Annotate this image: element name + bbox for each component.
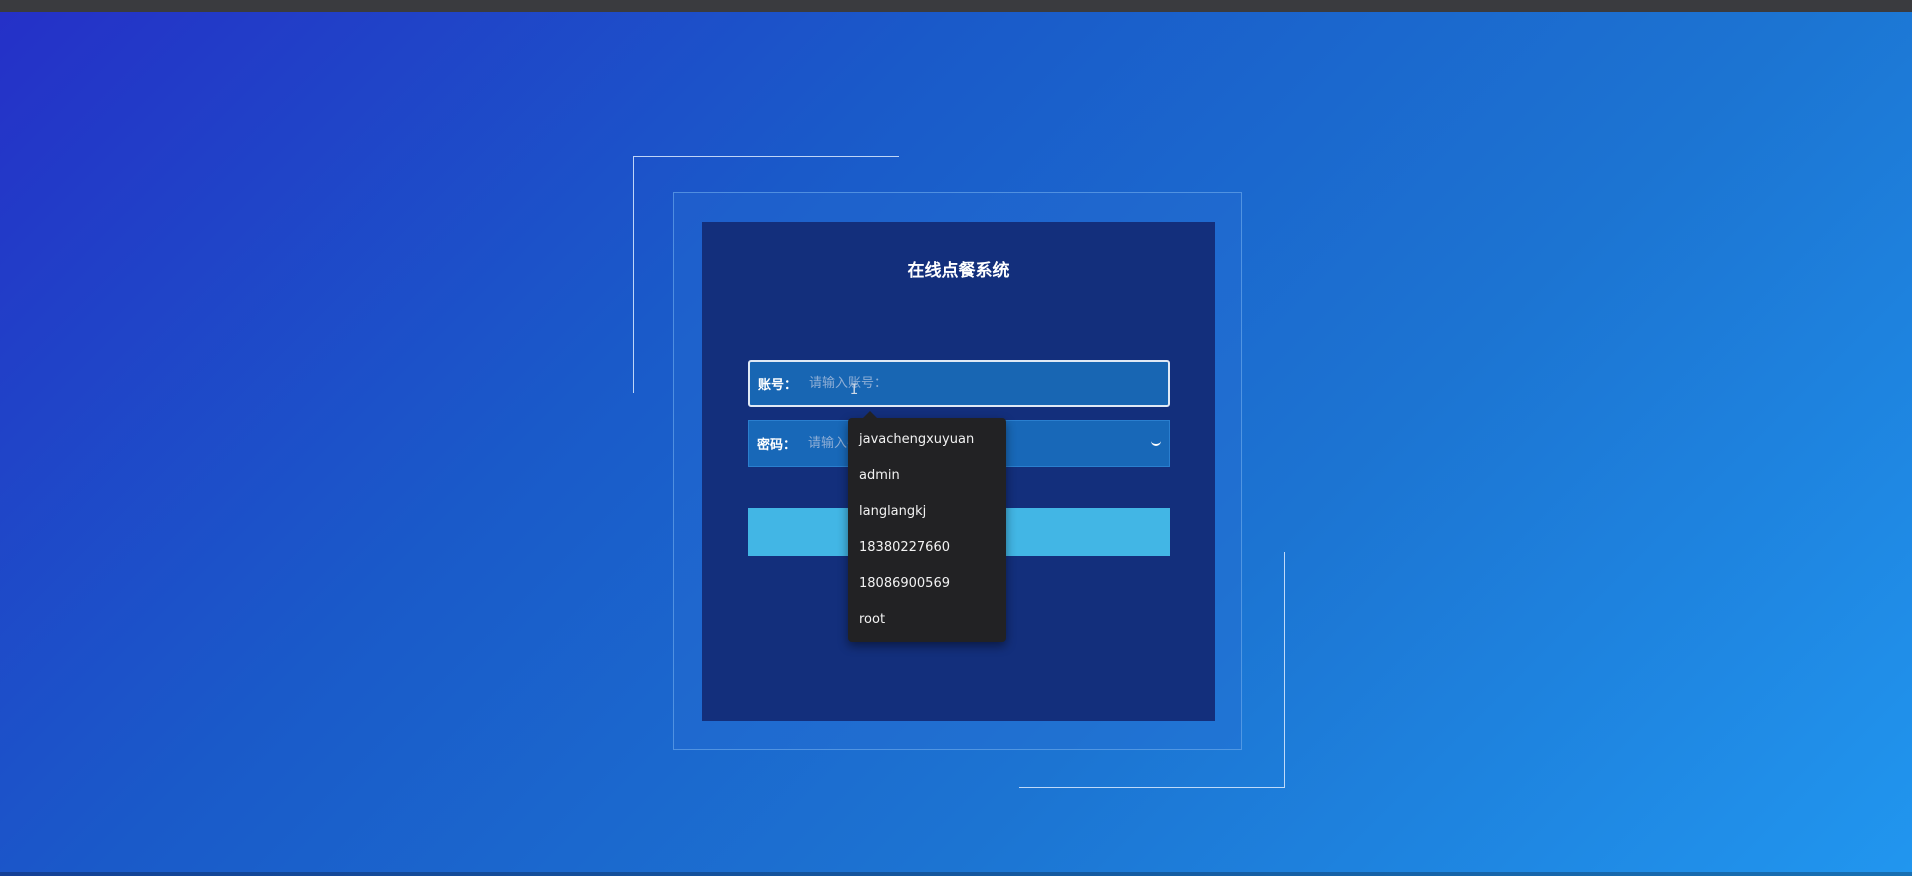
autocomplete-item[interactable]: admin [848, 458, 1006, 494]
autocomplete-dropdown[interactable]: javachengxuyuan admin langlangkj 1838022… [848, 411, 1006, 642]
bottom-edge [0, 872, 1912, 876]
account-field[interactable]: 账号： [748, 360, 1170, 407]
browser-top-bar [0, 0, 1912, 12]
page-title: 在线点餐系统 [907, 261, 1010, 281]
password-label: 密码： [757, 438, 797, 453]
text-cursor-icon: I [850, 382, 859, 398]
autocomplete-item[interactable]: 18380227660 [848, 530, 1006, 566]
autocomplete-item[interactable]: 18086900569 [848, 566, 1006, 602]
autocomplete-item[interactable]: root [848, 602, 1006, 638]
account-input[interactable] [805, 361, 1168, 406]
autocomplete-item[interactable]: langlangkj [848, 494, 1006, 530]
account-label: 账号： [758, 378, 798, 393]
eye-closed-icon[interactable] [1149, 436, 1163, 450]
autocomplete-item[interactable]: javachengxuyuan [848, 422, 1006, 458]
